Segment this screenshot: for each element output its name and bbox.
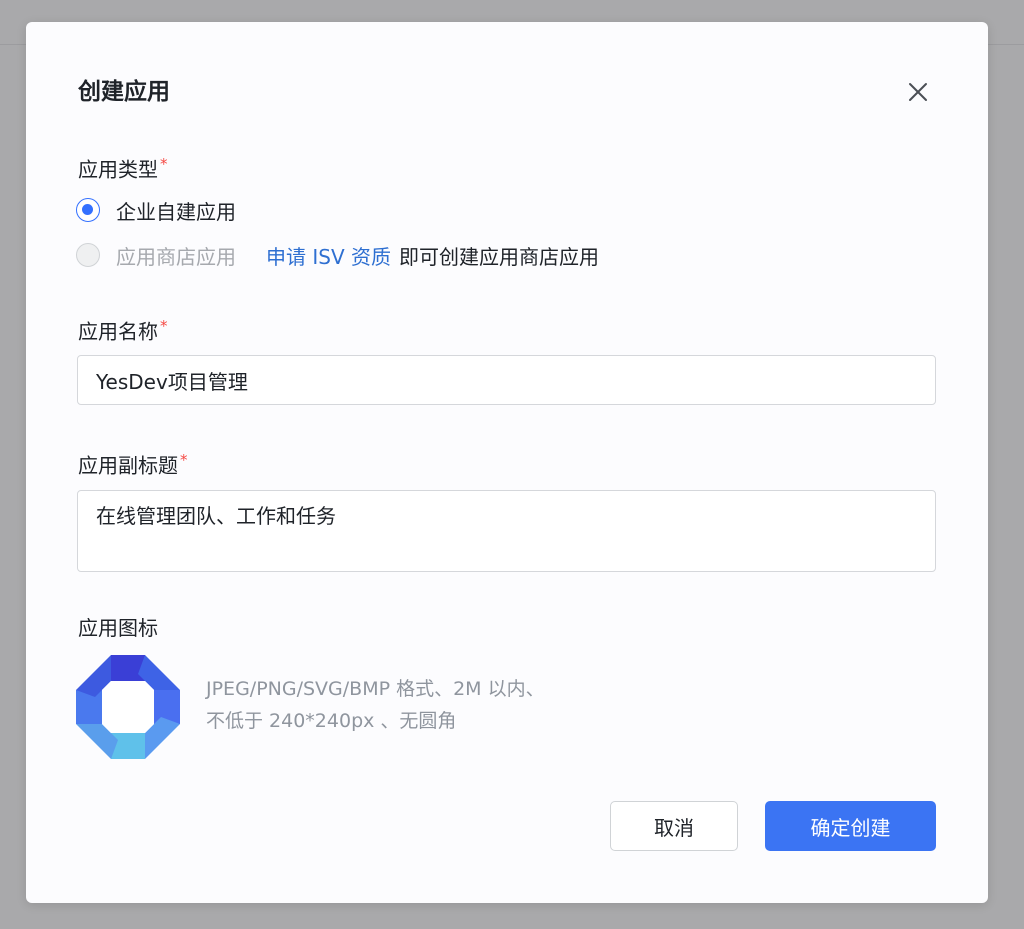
confirm-create-button[interactable]: 确定创建 — [765, 801, 936, 851]
app-name-label-text: 应用名称 — [78, 319, 158, 344]
radio-store — [76, 243, 100, 267]
app-subtitle-label: 应用副标题 * — [78, 446, 188, 480]
app-type-label: 应用类型 * — [78, 150, 168, 184]
app-type-label-text: 应用类型 — [78, 157, 158, 182]
isv-hint-text: 即可创建应用商店应用 — [399, 244, 599, 269]
app-name-input[interactable] — [77, 355, 936, 405]
required-mark: * — [180, 451, 188, 469]
app-subtitle-input[interactable]: 在线管理团队、工作和任务 — [77, 490, 936, 572]
required-mark: * — [160, 155, 168, 173]
close-icon — [909, 83, 927, 101]
radio-enterprise-label: 企业自建应用 — [116, 199, 236, 224]
icon-hint: JPEG/PNG/SVG/BMP 格式、2M 以内、 不低于 240*240px… — [206, 673, 545, 737]
radio-option-enterprise[interactable]: 企业自建应用 — [76, 195, 236, 225]
apply-isv-link[interactable]: 申请 ISV 资质 — [266, 241, 391, 270]
dialog-title: 创建应用 — [78, 79, 170, 105]
app-icon-label: 应用图标 — [78, 616, 158, 640]
radio-option-store: 应用商店应用 申请 ISV 资质 即可创建应用商店应用 — [76, 240, 599, 270]
app-name-label: 应用名称 * — [78, 312, 168, 346]
radio-enterprise[interactable] — [76, 198, 100, 222]
blue-octagon-logo-icon — [76, 655, 180, 759]
icon-hint-line-1: JPEG/PNG/SVG/BMP 格式、2M 以内、 — [206, 678, 545, 700]
close-button[interactable] — [904, 78, 932, 106]
app-subtitle-label-text: 应用副标题 — [78, 453, 178, 478]
app-icon-upload[interactable] — [76, 655, 180, 759]
create-app-dialog: 创建应用 应用类型 * 企业自建应用 应用商店应用 申请 ISV 资质 即可创建应… — [26, 22, 988, 903]
required-mark: * — [160, 317, 168, 335]
icon-hint-line-2: 不低于 240*240px 、无圆角 — [206, 710, 457, 732]
radio-store-label: 应用商店应用 — [116, 244, 236, 269]
cancel-button[interactable]: 取消 — [610, 801, 738, 851]
